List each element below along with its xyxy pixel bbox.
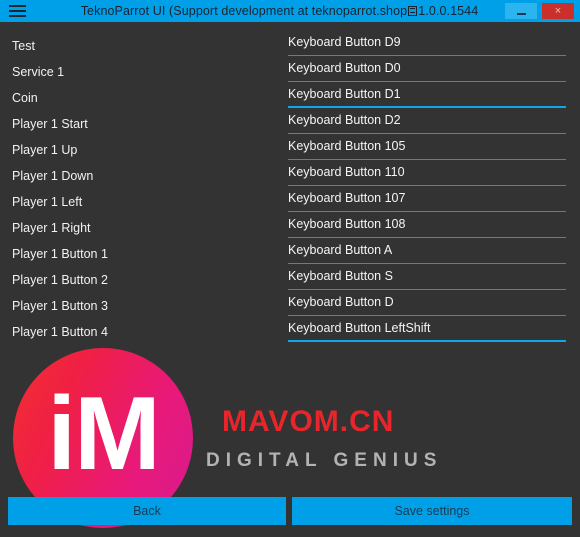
binding-value-field[interactable]: Keyboard Button D9 — [288, 30, 566, 56]
binding-label: Player 1 Button 1 — [12, 247, 108, 261]
minimize-icon — [516, 12, 526, 15]
binding-label: Player 1 Left — [12, 195, 83, 209]
binding-label: Player 1 Right — [12, 221, 91, 235]
binding-label: Player 1 Button 4 — [12, 325, 108, 339]
hamburger-bar — [8, 5, 26, 7]
binding-label: Test — [12, 39, 35, 53]
binding-value-field[interactable]: Keyboard Button 107 — [288, 186, 566, 212]
binding-label: Player 1 Down — [12, 169, 94, 183]
binding-value-field[interactable]: Keyboard Button 108 — [288, 212, 566, 238]
missing-glyph-icon — [408, 6, 418, 16]
binding-value-column: Keyboard Button D9 Keyboard Button D0 Keyb… — [288, 30, 566, 342]
binding-value-field[interactable]: Keyboard Button D0 — [288, 56, 566, 82]
binding-label: Player 1 Start — [12, 117, 88, 131]
binding-label-column: Test Service 1 Coin Player 1 Start Player 1 … — [12, 33, 272, 345]
back-button[interactable]: Back — [8, 497, 286, 525]
hamburger-bar — [8, 10, 26, 12]
binding-value-field[interactable]: Keyboard Button 110 — [288, 160, 566, 186]
binding-label: Player 1 Up — [12, 143, 78, 157]
binding-value-field[interactable]: Keyboard Button D2 — [288, 108, 566, 134]
binding-value-field[interactable]: Keyboard Button D — [288, 290, 566, 316]
footer-bar: Back Save settings — [0, 497, 580, 525]
binding-label: Player 1 Button 3 — [12, 299, 108, 313]
save-settings-button[interactable]: Save settings — [292, 497, 572, 525]
binding-label: Service 1 — [12, 65, 65, 79]
teknoparrot-controller-setup-window: TeknoParrot UI (Support development at t… — [0, 0, 580, 537]
window-controls: × — [505, 3, 580, 19]
hamburger-menu-icon[interactable] — [0, 0, 34, 22]
close-button[interactable]: × — [542, 3, 574, 19]
window-title-bar: TeknoParrot UI (Support development at t… — [0, 0, 580, 22]
main-content: Test Service 1 Coin Player 1 Start Player 1 … — [0, 22, 580, 537]
window-title: TeknoParrot UI (Support development at t… — [34, 4, 505, 18]
binding-label: Coin — [12, 91, 38, 105]
binding-value-field[interactable]: Keyboard Button S — [288, 264, 566, 290]
binding-label: Player 1 Button 2 — [12, 273, 108, 287]
window-title-prefix: TeknoParrot UI (Support development at t… — [80, 4, 408, 18]
binding-value-field[interactable]: Keyboard Button D1 — [288, 82, 566, 108]
window-title-suffix: 1.0.0.1544 — [418, 4, 479, 18]
hamburger-bar — [8, 15, 26, 17]
binding-value-field[interactable]: Keyboard Button A — [288, 238, 566, 264]
binding-value-field[interactable]: Keyboard Button 105 — [288, 134, 566, 160]
binding-value-field[interactable]: Keyboard Button LeftShift — [288, 316, 566, 342]
minimize-button[interactable] — [505, 3, 537, 19]
